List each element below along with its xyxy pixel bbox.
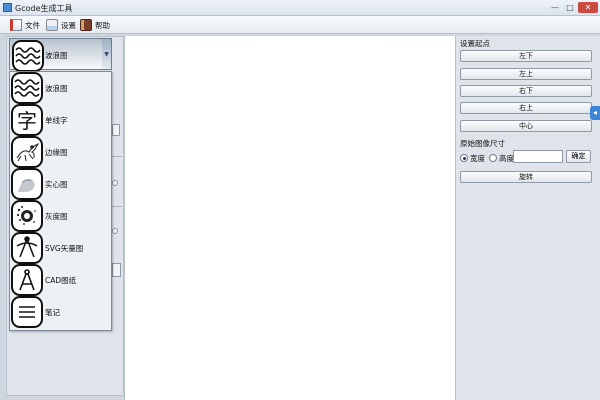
minimize-button[interactable]: — [548,2,562,13]
mode-dropdown-list: 波浪图 字 单线字 边缘图 实心图 灰度图 SVG矢量图 CAD图纸 笔记 [9,71,112,331]
toolbar-settings-button[interactable]: 设置 [46,17,76,33]
mode-select-value: 波浪图 [45,51,68,60]
title-bar: Gcode生成工具 — □ ✕ [0,0,600,16]
toolbar-file-label: 文件 [25,20,40,30]
chevron-down-icon[interactable]: ▼ [102,38,112,70]
wave-icon [12,40,44,72]
edge-bird-icon [11,136,43,168]
mode-option-label: 单线字 [45,116,68,125]
character-icon: 字 [11,104,43,136]
image-size-input[interactable] [513,150,563,163]
side-panel-handle-icon[interactable]: ◂ [590,106,600,120]
help-book-icon [80,19,92,31]
hidden-slider-handle[interactable] [112,180,118,186]
origin-section-title: 设置起点 [460,39,490,48]
mode-option-label: 灰度图 [45,212,68,221]
maximize-button[interactable]: □ [563,2,577,13]
mode-option-edge[interactable]: 边缘图 [10,136,111,168]
origin-top-right-button[interactable]: 右上 [460,102,592,114]
height-radio[interactable] [489,154,497,162]
hidden-slider-handle[interactable] [112,228,118,234]
rotate-button[interactable]: 旋转 [460,171,592,183]
toolbar-settings-label: 设置 [61,20,76,30]
settings-icon [46,19,58,31]
mode-option-label: 实心图 [45,180,68,189]
mode-option-grayscale[interactable]: 灰度图 [10,200,111,232]
origin-top-left-button[interactable]: 左上 [460,68,592,80]
hidden-input[interactable] [112,263,121,277]
mode-option-label: 波浪图 [45,84,68,93]
mode-option-solid[interactable]: 实心图 [10,168,111,200]
origin-center-button[interactable]: 中心 [460,120,592,132]
toolbar-file-button[interactable]: 文件 [10,17,40,33]
close-button[interactable]: ✕ [578,2,598,13]
cad-compass-icon [11,264,43,296]
hidden-divider [112,156,122,157]
preview-canvas[interactable] [124,36,456,400]
mode-option-single-line-text[interactable]: 字 单线字 [10,104,111,136]
size-dimension-radio-group: 宽度 高度 [460,151,518,165]
svg-vector-icon [11,232,43,264]
toolbar-help-label: 帮助 [95,20,110,30]
grayscale-dots-icon [11,200,43,232]
mode-select[interactable]: 波浪图 [9,38,112,72]
toolbar: 文件 设置 帮助 [0,16,600,34]
mode-option-notes[interactable]: 笔记 [10,296,111,328]
height-radio-label: 高度 [499,153,514,163]
wave-icon [11,72,43,104]
origin-bottom-left-button[interactable]: 左下 [460,50,592,62]
width-radio-label: 宽度 [470,153,485,163]
width-radio[interactable] [460,154,468,162]
mode-option-label: 笔记 [45,308,60,317]
confirm-size-button[interactable]: 确定 [566,150,591,163]
mode-option-label: CAD图纸 [45,276,77,285]
mode-option-svg-vector[interactable]: SVG矢量图 [10,232,111,264]
app-icon [3,3,12,12]
mode-option-wave[interactable]: 波浪图 [10,72,111,104]
hidden-divider [112,206,122,207]
mode-option-label: SVG矢量图 [45,244,84,253]
toolbar-help-button[interactable]: 帮助 [80,17,110,33]
image-size-section-title: 原始图像尺寸 [460,139,505,148]
notes-lines-icon [11,296,43,328]
file-icon [10,19,22,31]
character-glyph: 字 [17,109,37,133]
solid-image-icon [11,168,43,200]
mode-option-cad[interactable]: CAD图纸 [10,264,111,296]
window-title: Gcode生成工具 [15,4,73,13]
hidden-spinner[interactable] [112,124,120,136]
mode-option-label: 边缘图 [45,148,68,157]
origin-bottom-right-button[interactable]: 右下 [460,85,592,97]
